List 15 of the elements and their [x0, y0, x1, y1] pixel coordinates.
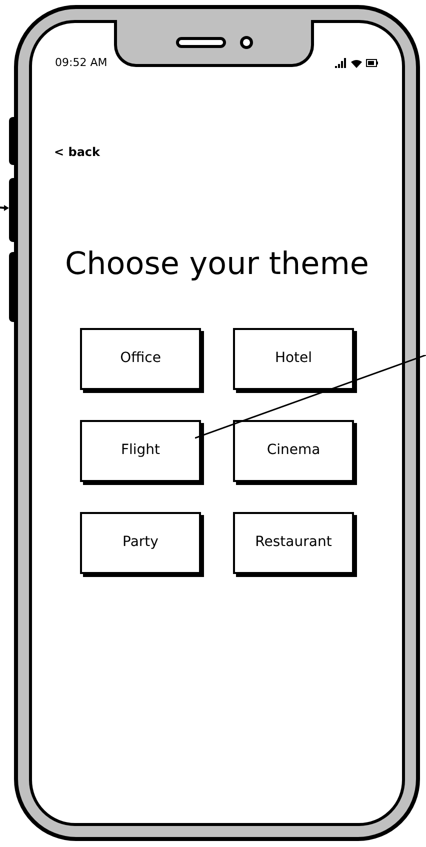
battery-icon: [366, 59, 378, 67]
leader-arrow: [0, 205, 9, 211]
status-time: 09:52 AM: [55, 54, 108, 71]
page-title: Choose your theme: [64, 245, 370, 284]
theme-button[interactable]: Office: [80, 328, 201, 390]
back-link[interactable]: < back: [54, 143, 100, 161]
theme-button[interactable]: Restaurant: [233, 512, 354, 574]
theme-button[interactable]: Flight: [80, 420, 201, 482]
camera-icon: [240, 36, 252, 48]
signal-icon: [335, 58, 347, 68]
wifi-icon: [351, 58, 362, 68]
speaker-icon: [176, 36, 226, 48]
theme-button[interactable]: Hotel: [233, 328, 354, 390]
theme-button[interactable]: Cinema: [233, 420, 354, 482]
theme-button[interactable]: Party: [80, 512, 201, 574]
